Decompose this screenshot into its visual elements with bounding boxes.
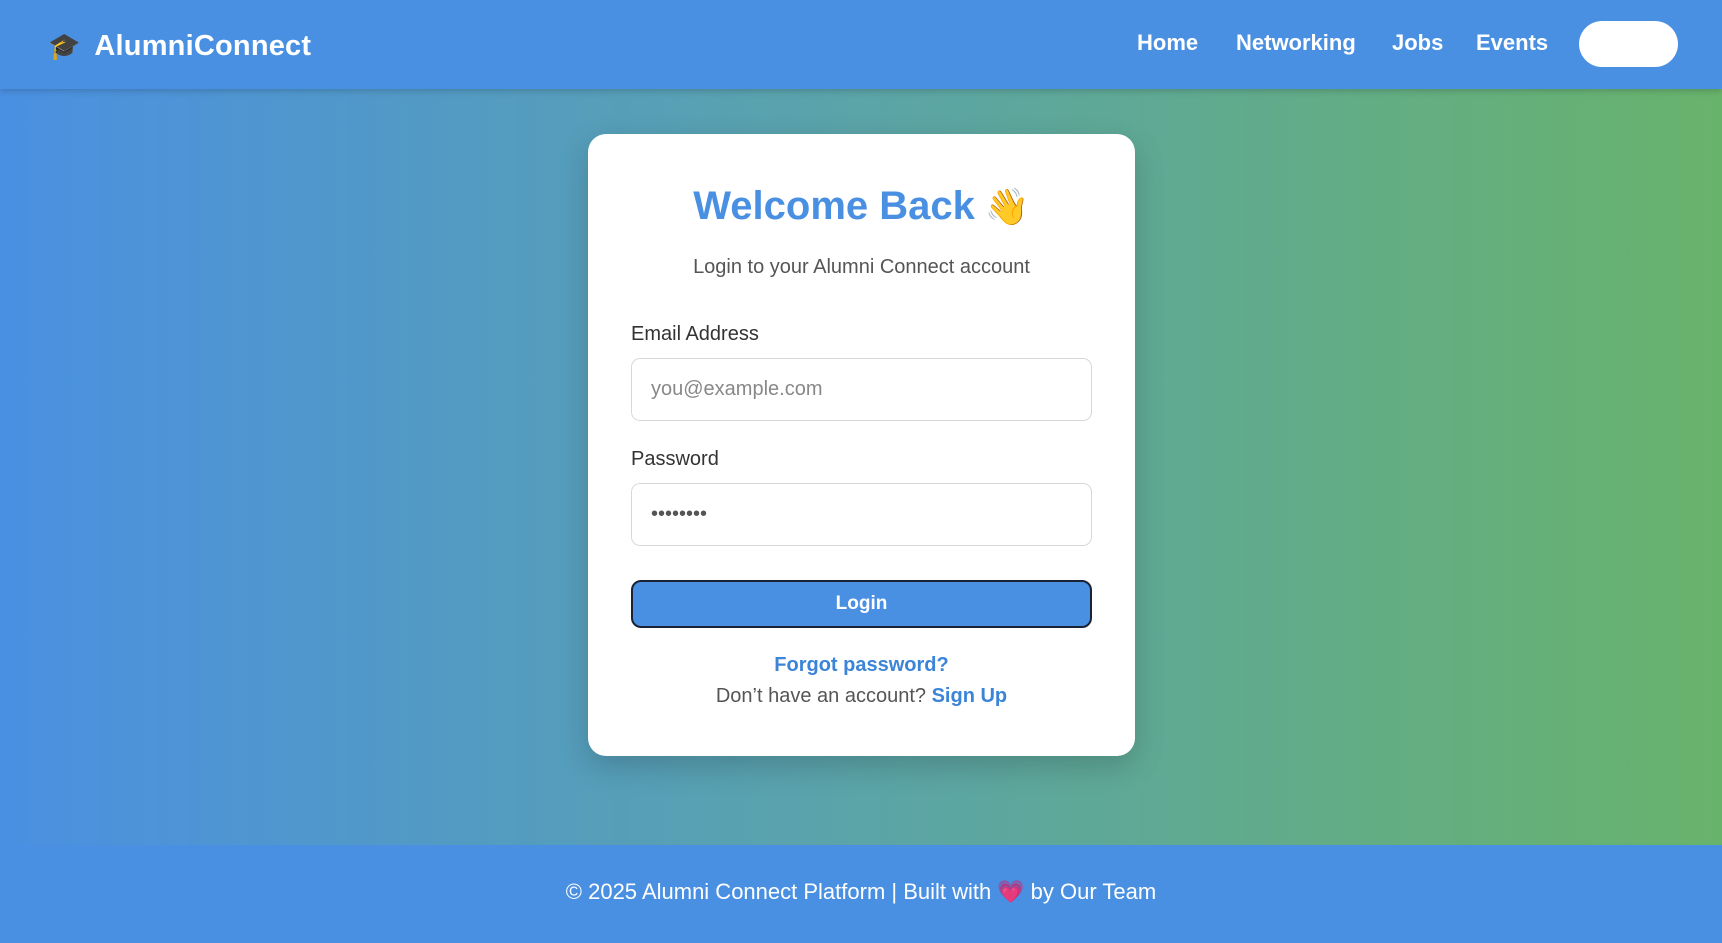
signup-link[interactable]: Sign Up (932, 685, 1008, 707)
nav-link-networking[interactable]: Networking (1236, 30, 1356, 56)
navbar: 🎓 AlumniConnect Home Networking Jobs Eve… (0, 0, 1722, 89)
brand[interactable]: 🎓 AlumniConnect (48, 26, 311, 66)
login-button[interactable]: Login (631, 580, 1092, 628)
login-card: Welcome Back 👋 Login to your Alumni Conne… (588, 134, 1135, 756)
footer-text-after: by Our Team (1030, 879, 1157, 904)
heart-icon: 💗 (997, 879, 1025, 904)
nav-link-jobs[interactable]: Jobs (1392, 30, 1443, 56)
email-field[interactable] (631, 358, 1092, 421)
footer-text-before: © 2025 Alumni Connect Platform | Built w… (565, 879, 992, 904)
card-title-text: Welcome Back (693, 184, 975, 228)
password-field[interactable] (631, 483, 1092, 546)
password-label: Password (631, 448, 719, 470)
graduation-cap-icon: 🎓 (48, 31, 81, 61)
card-subtitle: Login to your Alumni Connect account (693, 256, 1030, 278)
footer-text: © 2025 Alumni Connect Platform | Built w… (0, 879, 1722, 905)
nav-pill-button[interactable] (1579, 21, 1678, 67)
nav-link-home[interactable]: Home (1137, 30, 1198, 56)
forgot-password-row: Forgot password? (588, 654, 1135, 677)
email-label: Email Address (631, 323, 759, 345)
brand-name: AlumniConnect (94, 29, 312, 62)
card-title: Welcome Back 👋 (588, 184, 1135, 229)
signup-prompt: Don’t have an account? (715, 685, 927, 707)
footer: © 2025 Alumni Connect Platform | Built w… (0, 845, 1722, 943)
signup-row: Don’t have an account? Sign Up (588, 685, 1135, 708)
nav-link-events[interactable]: Events (1476, 30, 1548, 56)
forgot-password-link[interactable]: Forgot password? (774, 654, 948, 676)
waving-hand-icon: 👋 (984, 186, 1030, 227)
